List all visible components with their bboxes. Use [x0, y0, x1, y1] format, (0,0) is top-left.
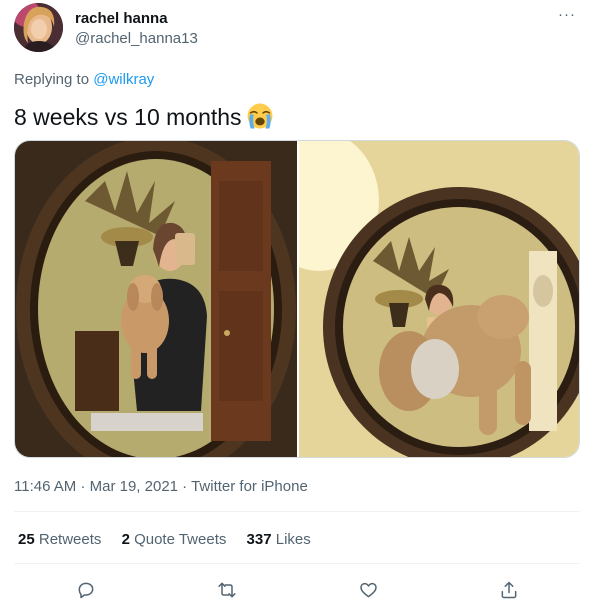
action-bar [0, 575, 591, 605]
avatar-photo [14, 3, 63, 52]
tweet-date[interactable]: Mar 19, 2021 [90, 478, 178, 495]
divider [14, 563, 580, 564]
retweets-label: Retweets [38, 531, 102, 548]
mention-link[interactable]: @wilkray [93, 71, 154, 88]
divider [14, 511, 580, 512]
quotes-count: 2 [121, 531, 130, 548]
share-button[interactable] [494, 575, 524, 605]
photo-dog-10-months[interactable] [299, 141, 579, 457]
user-name[interactable]: rachel hanna [75, 9, 168, 28]
avatar[interactable] [14, 3, 63, 52]
like-button[interactable] [353, 575, 383, 605]
more-options-icon[interactable]: ··· [558, 7, 576, 22]
replying-to: Replying to @wilkray [14, 70, 154, 89]
tweet-text: 8 weeks vs 10 months [14, 102, 274, 131]
meta-separator: · [80, 478, 86, 495]
reply-button[interactable] [71, 575, 101, 605]
photo-image [299, 141, 579, 457]
tweet-body: 8 weeks vs 10 months [14, 104, 242, 130]
quote-tweets-stat[interactable]: 2 Quote Tweets [122, 530, 227, 549]
engagement-stats: 25 Retweets 2 Quote Tweets 337 Likes [18, 530, 327, 549]
share-icon [501, 581, 517, 599]
photo-puppy-8-weeks[interactable] [15, 141, 297, 457]
quotes-label: Quote Tweets [134, 531, 227, 548]
user-handle[interactable]: @rachel_hanna13 [75, 29, 198, 48]
tweet-source[interactable]: Twitter for iPhone [191, 478, 308, 495]
retweet-icon [218, 582, 236, 598]
reply-icon [78, 582, 94, 599]
likes-count: 337 [246, 531, 272, 548]
replying-to-label: Replying to [14, 71, 90, 88]
media-gallery [14, 140, 580, 458]
tweet-metadata: 11:46 AM · Mar 19, 2021 · Twitter for iP… [14, 477, 308, 496]
loudly-crying-face-icon [247, 103, 273, 129]
likes-stat[interactable]: 337 Likes [247, 530, 311, 549]
retweet-button[interactable] [212, 575, 242, 605]
retweets-stat[interactable]: 25 Retweets [18, 530, 101, 549]
photo-image [15, 141, 297, 457]
likes-label: Likes [275, 531, 311, 548]
meta-separator: · [182, 478, 188, 495]
retweets-count: 25 [18, 531, 35, 548]
like-icon [359, 582, 377, 598]
tweet: rachel hanna @rachel_hanna13 ··· Replyin… [0, 0, 591, 610]
tweet-time[interactable]: 11:46 AM [14, 478, 76, 495]
